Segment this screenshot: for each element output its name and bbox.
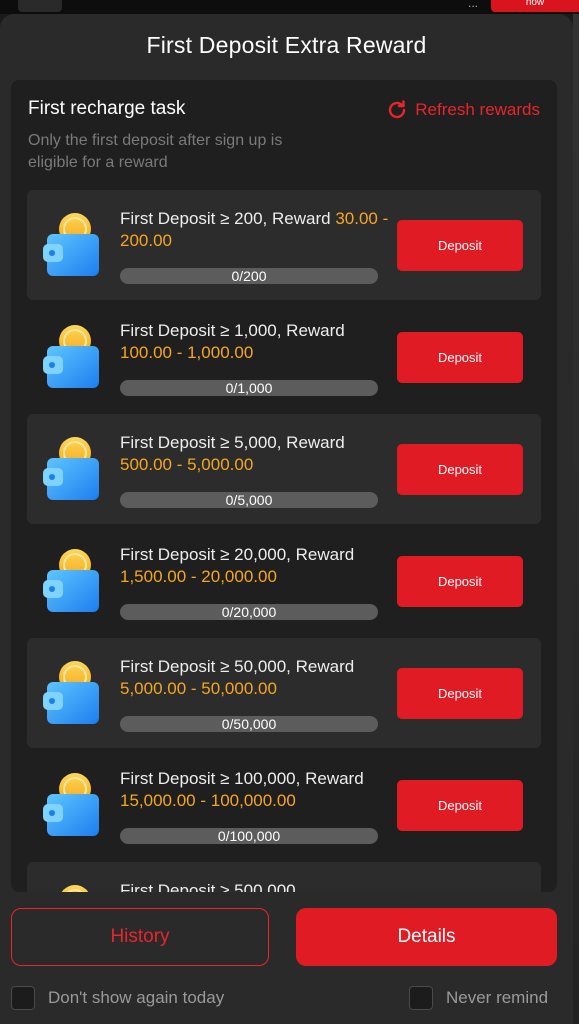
task-row: First Deposit ≥ 100,000, Reward 15,000.0… [27,750,541,860]
wallet-coin-icon [43,884,103,892]
never-remind-label: Never remind [446,988,549,1007]
task-requirement: First Deposit ≥ 20,000, Reward [120,545,355,564]
task-title: First Deposit ≥ 20,000, Reward 1,500.00 … [120,544,390,588]
task-requirement: First Deposit ≥ 50,000, Reward [120,657,355,676]
eligibility-note: Only the first deposit after sign up is … [28,132,283,171]
task-reward-range: 15,000.00 - 100,000.00 [120,791,296,810]
task-reward-range: 500.00 - 5,000.00 [120,455,254,474]
task-row: First Deposit ≥ 5,000, Reward 500.00 - 5… [27,414,541,524]
task-progress-bar: 0/200 [120,268,378,284]
task-requirement: First Deposit ≥ 1,000, Reward [120,321,345,340]
refresh-rewards-label: Refresh rewards [415,100,540,119]
background-more-icon: ... [468,0,479,10]
task-title: First Deposit ≥ 500,000 [120,880,390,892]
task-reward-range: 1,500.00 - 20,000.00 [120,567,277,586]
task-reward-range: 100.00 - 1,000.00 [120,343,254,362]
background-edge [573,14,579,1024]
deposit-button[interactable]: Deposit [397,332,523,383]
page: ... now First Deposit Extra Reward First… [0,0,579,1024]
deposit-button[interactable]: Deposit [397,556,523,607]
never-remind-checkbox[interactable] [409,986,433,1010]
task-progress-bar: 0/50,000 [120,716,378,732]
task-progress-bar: 0/20,000 [120,604,378,620]
task-title: First Deposit ≥ 50,000, Reward 5,000.00 … [120,656,390,700]
deposit-button[interactable]: Deposit [397,220,523,271]
panel-heading: First recharge task [28,98,186,119]
task-progress-text: 0/20,000 [221,604,277,620]
task-title: First Deposit ≥ 100,000, Reward 15,000.0… [120,768,390,812]
history-button[interactable]: History [11,908,269,966]
task-requirement: First Deposit ≥ 500,000 [120,881,296,892]
first-deposit-modal: First Deposit Extra Reward First recharg… [0,14,573,1024]
wallet-coin-icon [43,660,103,726]
task-row: First Deposit ≥ 20,000, Reward 1,500.00 … [27,526,541,636]
wallet-coin-icon [43,436,103,502]
wallet-coin-icon [43,772,103,838]
task-row: First Deposit ≥ 50,000, Reward 5,000.00 … [27,638,541,748]
task-progress-bar: 0/100,000 [120,828,378,844]
task-requirement: First Deposit ≥ 100,000, Reward [120,769,364,788]
modal-title: First Deposit Extra Reward [146,32,427,58]
task-row: First Deposit ≥ 200, Reward 30.00 - 200.… [27,190,541,300]
task-progress-text: 0/200 [231,268,267,284]
background-app-bar: ... now [0,0,579,14]
refresh-rewards-button[interactable]: Refresh rewards [385,98,540,122]
task-panel: First recharge task Refresh rewards Only… [11,80,557,892]
task-row: First Deposit ≥ 1,000, Reward 100.00 - 1… [27,302,541,412]
deposit-button[interactable]: Deposit [397,444,523,495]
deposit-button[interactable]: Deposit [397,668,523,719]
task-row: First Deposit ≥ 500,000 [27,862,541,892]
deposit-button[interactable]: Deposit [397,780,523,831]
wallet-coin-icon [43,548,103,614]
dont-show-again-checkbox[interactable] [11,986,35,1010]
task-progress-text: 0/5,000 [225,492,273,508]
dont-show-again-label: Don't show again today [48,988,225,1007]
task-requirement: First Deposit ≥ 200, Reward [120,209,336,228]
task-progress-text: 0/100,000 [217,828,281,844]
task-progress-text: 0/1,000 [225,380,273,396]
dont-show-again-option[interactable]: Don't show again today [11,986,224,1010]
background-now-button[interactable]: now [491,0,579,12]
task-title: First Deposit ≥ 200, Reward 30.00 - 200.… [120,208,390,252]
task-title: First Deposit ≥ 5,000, Reward 500.00 - 5… [120,432,390,476]
task-requirement: First Deposit ≥ 5,000, Reward [120,433,345,452]
never-remind-option[interactable]: Never remind [409,986,548,1010]
task-progress-bar: 0/1,000 [120,380,378,396]
details-button[interactable]: Details [296,908,557,966]
wallet-coin-icon [43,212,103,278]
task-progress-bar: 0/5,000 [120,492,378,508]
wallet-coin-icon [43,324,103,390]
task-progress-text: 0/50,000 [221,716,277,732]
refresh-icon [389,100,406,119]
task-reward-range: 5,000.00 - 50,000.00 [120,679,277,698]
background-logo [18,0,62,12]
task-title: First Deposit ≥ 1,000, Reward 100.00 - 1… [120,320,390,364]
